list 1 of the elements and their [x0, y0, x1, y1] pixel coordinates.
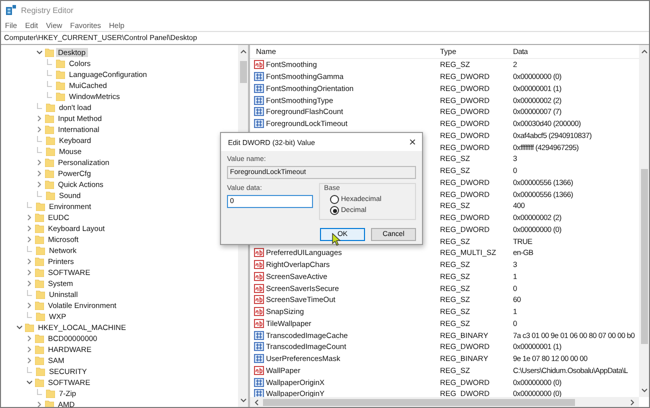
window-title: Registry Editor [21, 6, 74, 14]
